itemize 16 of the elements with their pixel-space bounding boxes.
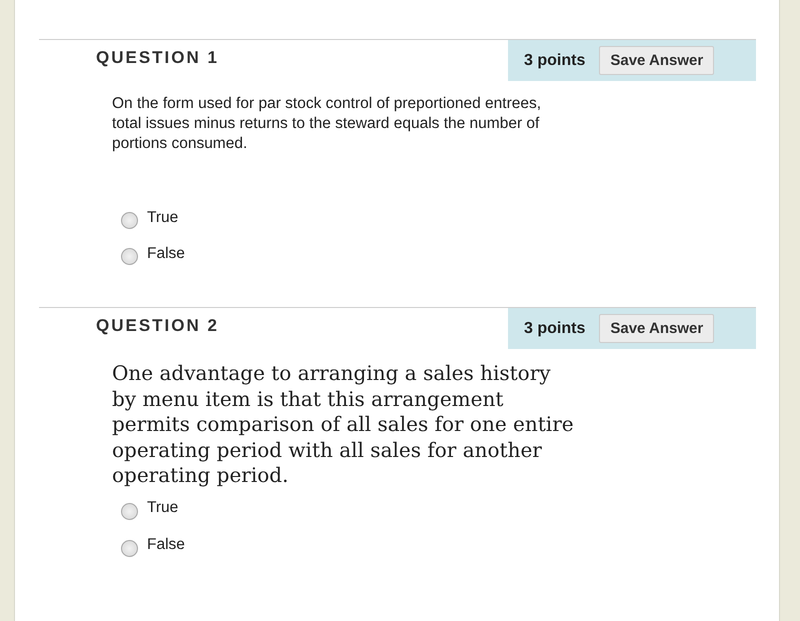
- radio-button[interactable]: [121, 502, 138, 520]
- radio-button[interactable]: [121, 540, 138, 556]
- option-label[interactable]: True: [147, 499, 178, 517]
- points-label: 3 points: [524, 52, 586, 70]
- radio-button[interactable]: [121, 212, 138, 229]
- question-title: QUESTION 2: [96, 316, 219, 337]
- option-label[interactable]: True: [147, 208, 178, 226]
- question-title: QUESTION 1: [96, 48, 219, 69]
- question-text: One advantage to arranging a sales history by menu item is that this arrangement permits comparison of all sales for one entire operating period with all sales for another operating period.: [112, 361, 575, 488]
- points-label: 3 points: [524, 320, 586, 338]
- radio-button[interactable]: [121, 248, 138, 265]
- option-label[interactable]: False: [147, 536, 185, 554]
- question-text: On the form used for par stock control of preportioned entrees, total issues minus returns to the steward equals the number of portions consumed.: [112, 94, 542, 154]
- save-answer-button[interactable]: Save Answer: [599, 46, 714, 75]
- option-label[interactable]: False: [147, 244, 185, 262]
- save-answer-button[interactable]: Save Answer: [599, 314, 714, 343]
